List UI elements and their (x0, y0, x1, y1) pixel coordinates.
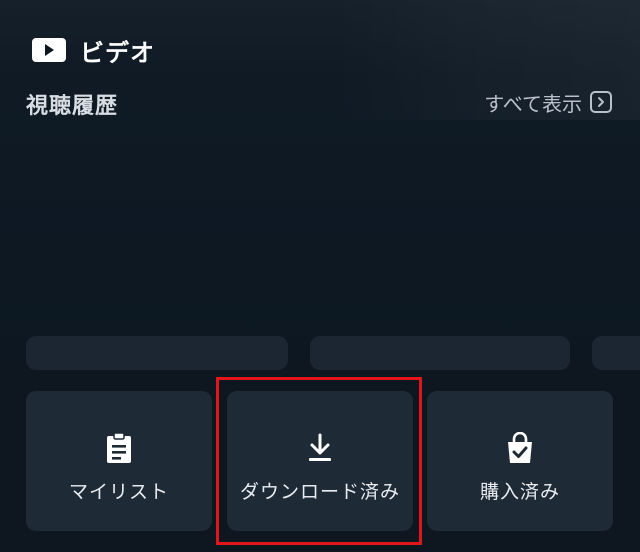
download-icon (307, 431, 333, 465)
downloaded-tile[interactable]: ダウンロード済み (227, 391, 413, 531)
history-card[interactable] (310, 336, 570, 370)
play-icon (32, 38, 66, 62)
see-all-link[interactable]: すべて表示 (484, 88, 612, 116)
purchased-tile[interactable]: 購入済み (427, 391, 613, 531)
shopping-bag-check-icon (505, 431, 535, 465)
downloaded-label: ダウンロード済み (239, 481, 400, 503)
history-card[interactable] (592, 336, 640, 370)
watch-history-title: 視聴履歴 (26, 94, 119, 119)
my-list-label: マイリスト (68, 481, 169, 503)
chevron-right-icon (590, 91, 612, 113)
page-title: ビデオ (80, 38, 155, 67)
see-all-label: すべて表示 (484, 91, 582, 116)
history-card[interactable] (26, 336, 288, 370)
purchased-label: 購入済み (479, 481, 560, 503)
video-header: ビデオ (32, 34, 155, 67)
my-list-tile[interactable]: マイリスト (26, 391, 212, 531)
clipboard-list-icon (105, 431, 133, 465)
